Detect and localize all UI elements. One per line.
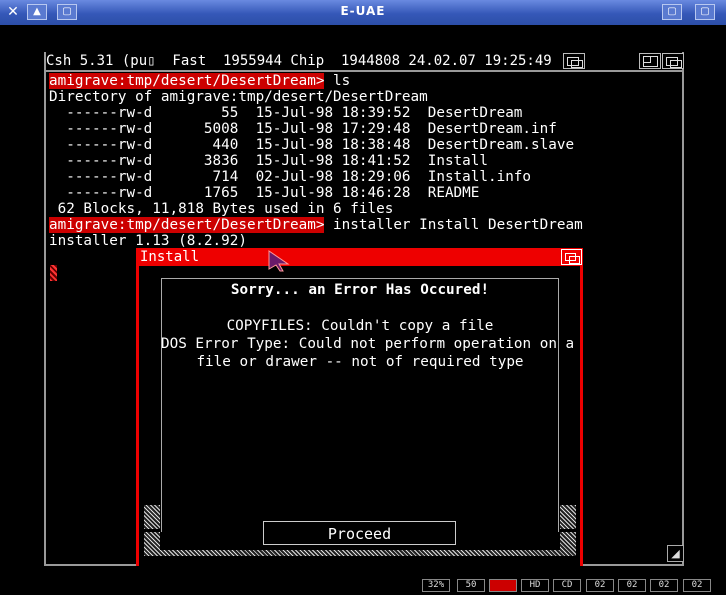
requester-depth-icon[interactable] (561, 249, 582, 265)
error-line-1: COPYFILES: Couldn't copy a file (226, 318, 494, 334)
error-heading: Sorry... an Error Has Occured! (230, 282, 490, 298)
error-line-3: file or drawer -- not of required type (196, 354, 524, 370)
shell-line-text: installer 1.13 (8.2.92) (49, 233, 247, 249)
shell-line-text: 62 Blocks, 11,818 Bytes used in 6 files (49, 201, 394, 217)
shell-line: ------rw-d 5008 15-Jul-98 17:29:48 Deser… (49, 121, 679, 137)
maximize-icon[interactable]: ▢ (695, 4, 715, 20)
shell-line: ------rw-d 55 15-Jul-98 18:39:52 DesertD… (49, 105, 679, 121)
shell-prompt: amigrave:tmp/desert/DesertDream> (49, 73, 325, 89)
resize-icon[interactable]: ◢ (667, 545, 684, 562)
shell-line: ------rw-d 714 02-Jul-98 18:29:06 Instal… (49, 169, 679, 185)
shell-line-text: installer Install DesertDream (324, 217, 583, 233)
shell-line-text: ------rw-d 3836 15-Jul-98 18:41:52 Insta… (49, 153, 488, 169)
shell-line: amigrave:tmp/desert/DesertDream> install… (49, 217, 679, 233)
shell-line: ------rw-d 1765 15-Jul-98 18:46:28 READM… (49, 185, 679, 201)
status-led: 02 (586, 579, 614, 592)
shell-line-text: ------rw-d 440 15-Jul-98 18:38:48 Desert… (49, 137, 575, 153)
right-scroll-hatch[interactable] (560, 505, 576, 529)
shell-line-text: ------rw-d 5008 15-Jul-98 17:29:48 Deser… (49, 121, 557, 137)
left-scroll-hatch[interactable] (144, 505, 160, 529)
minimize-icon[interactable]: ▢ (662, 4, 682, 20)
shell-line-text: ------rw-d 55 15-Jul-98 18:39:52 DesertD… (49, 105, 523, 121)
status-led: 50 (457, 579, 485, 592)
shell-line: ------rw-d 3836 15-Jul-98 18:41:52 Insta… (49, 153, 679, 169)
window-title: E-UAE (340, 4, 386, 18)
shell-line-text: ------rw-d 714 02-Jul-98 18:29:06 Instal… (49, 169, 532, 185)
status-led: 02 (683, 579, 711, 592)
shell-line: Directory of amigrave:tmp/desert/DesertD… (49, 89, 679, 105)
mouse-pointer-icon (268, 250, 290, 272)
requester-title[interactable]: Install (136, 248, 583, 266)
window-titlebar: ✕ ▲ ▢ E-UAE ▢ ▢ (0, 0, 726, 25)
status-led: CD (553, 579, 581, 592)
shell-line-text: Directory of amigrave:tmp/desert/DesertD… (49, 89, 428, 105)
shell-depth-icon[interactable] (662, 53, 684, 69)
shell-line: installer 1.13 (8.2.92) (49, 233, 679, 249)
shell-line-text: ------rw-d 1765 15-Jul-98 18:46:28 READM… (49, 185, 480, 201)
error-line-2: DOS Error Type: Could not perform operat… (161, 336, 575, 352)
shell-line: 62 Blocks, 11,818 Bytes used in 6 files (49, 201, 679, 217)
shell-line-text: ls (324, 73, 351, 89)
status-led (489, 579, 517, 592)
text-cursor (50, 265, 57, 281)
status-led: HD (521, 579, 549, 592)
shell-zoom-icon[interactable] (563, 53, 585, 69)
status-led: 32% (422, 579, 450, 592)
shell-line: amigrave:tmp/desert/DesertDream> ls (49, 73, 679, 89)
shell-line: ------rw-d 440 15-Jul-98 18:38:48 Desert… (49, 137, 679, 153)
shell-prompt: amigrave:tmp/desert/DesertDream> (49, 217, 325, 233)
shell-output[interactable]: amigrave:tmp/desert/DesertDream> ls Direc… (49, 73, 679, 249)
status-led: 02 (650, 579, 678, 592)
status-led: 02 (618, 579, 646, 592)
shell-iconify-icon[interactable] (639, 53, 661, 69)
shell-status-bar: Csh 5.31 (pu▯ Fast 1955944 Chip 1944808 … (46, 52, 560, 72)
proceed-button[interactable]: Proceed (263, 521, 456, 545)
